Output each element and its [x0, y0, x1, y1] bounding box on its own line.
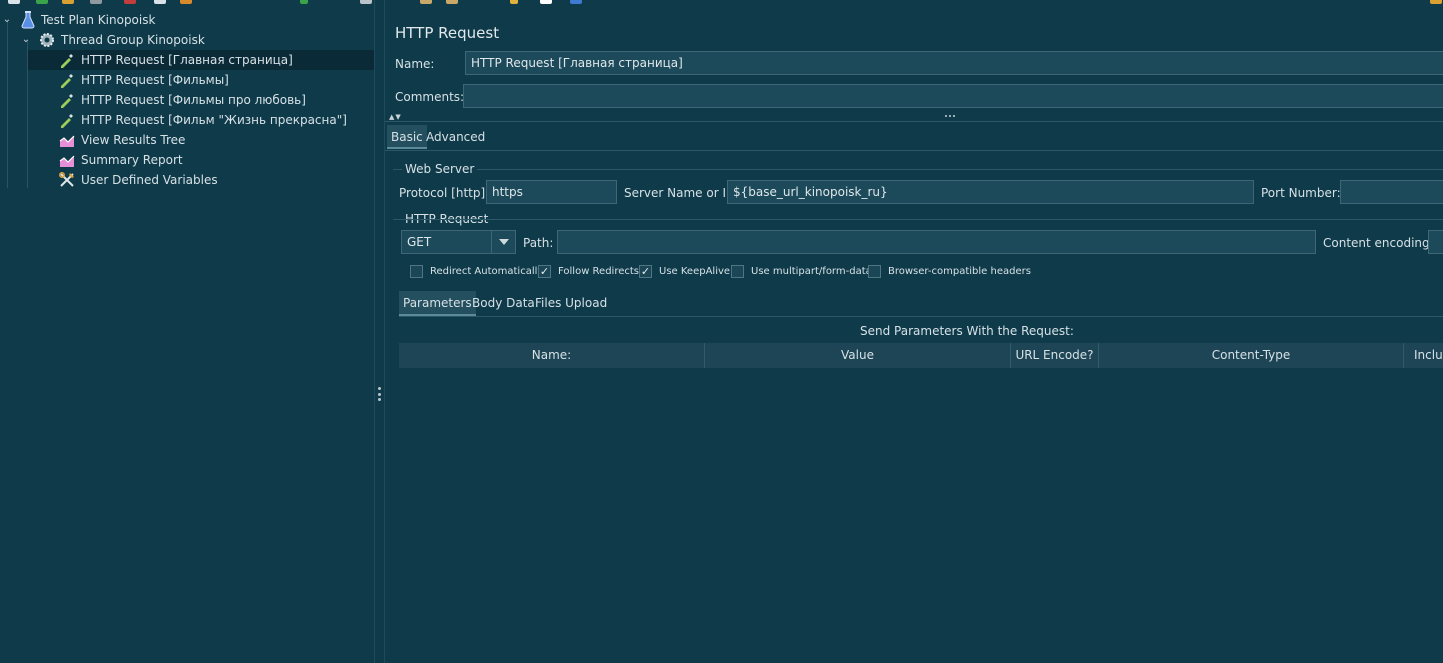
templates-icon[interactable] — [36, 0, 48, 4]
page-title: HTTP Request — [395, 24, 500, 42]
check-icon: ✓ — [539, 265, 550, 278]
path-label: Path: — [523, 236, 554, 250]
checkbox-box[interactable]: ✓ — [639, 265, 652, 278]
tab-parameters[interactable]: Parameters — [399, 291, 476, 316]
browser-compatible-headers-checkbox[interactable]: Browser-compatible headers — [868, 265, 1031, 278]
cut-icon[interactable] — [124, 0, 136, 4]
pipette-icon — [58, 71, 76, 89]
comments-label: Comments: — [395, 90, 465, 104]
checkbox-box[interactable] — [731, 265, 744, 278]
http-request-section — [393, 219, 1443, 220]
collapse-arrows-icon[interactable]: ▲▼ — [389, 113, 402, 121]
column-header-name[interactable]: Name: — [399, 343, 705, 368]
tree-item-label: Test Plan Kinopoisk — [41, 13, 156, 27]
column-header-value[interactable]: Value — [705, 343, 1011, 368]
tree-item-http-request-film[interactable]: HTTP Request [Фильм "Жизнь прекрасна"] — [28, 110, 374, 130]
name-field[interactable]: HTTP Request [Главная страница] — [465, 51, 1443, 75]
parameters-table-header: Name: Value URL Encode? Content-Type Inc… — [399, 343, 1443, 368]
pipette-icon — [58, 51, 76, 69]
check-icon: ✓ — [640, 265, 651, 278]
column-header-content-type[interactable]: Content-Type — [1099, 343, 1404, 368]
method-select[interactable]: GET — [401, 230, 516, 254]
splitter-grip-icon[interactable] — [378, 387, 381, 401]
tools-icon — [58, 171, 76, 189]
port-number-label: Port Number: — [1261, 186, 1341, 200]
name-label: Name: — [395, 57, 435, 71]
chevron-down-icon[interactable]: ⌄ — [21, 35, 31, 45]
tree-item-http-request-films[interactable]: HTTP Request [Фильмы] — [28, 70, 374, 90]
server-name-field[interactable]: ${base_url_kinopoisk_ru} — [727, 180, 1254, 204]
panel-splitter[interactable] — [374, 0, 384, 663]
tabs-divider — [385, 150, 1443, 151]
open-icon[interactable] — [62, 0, 74, 4]
comments-field[interactable] — [463, 84, 1443, 108]
checkbox-label: Follow Redirects — [558, 266, 639, 277]
tree-item-label: HTTP Request [Фильмы] — [81, 73, 229, 87]
checkbox-label: Use KeepAlive — [659, 266, 731, 277]
chart-icon — [58, 151, 76, 169]
tab-body-data[interactable]: Body Data — [468, 291, 539, 316]
tab-basic[interactable]: Basic — [387, 125, 427, 149]
tree-item-label: HTTP Request [Фильмы про любовь] — [81, 93, 306, 107]
checkbox-label: Redirect Automatically — [430, 266, 544, 277]
tree-item-label: User Defined Variables — [81, 173, 218, 187]
protocol-field[interactable]: https — [486, 180, 617, 204]
port-number-field[interactable] — [1340, 180, 1443, 204]
tree-item-http-request-love[interactable]: HTTP Request [Фильмы про любовь] — [28, 90, 374, 110]
checkbox-box[interactable] — [868, 265, 881, 278]
tree-item-label: View Results Tree — [81, 133, 186, 147]
content-encoding-field[interactable] — [1428, 230, 1443, 254]
tree-item-thread-group[interactable]: ⌄ Thread Group Kinopoisk — [0, 30, 374, 50]
content-encoding-label: Content encoding: — [1323, 236, 1434, 250]
checkbox-box[interactable] — [410, 265, 423, 278]
use-multipart-checkbox[interactable]: Use multipart/form-data — [731, 265, 872, 278]
pipette-icon — [58, 91, 76, 109]
pipette-icon — [58, 111, 76, 129]
stop-icon[interactable] — [360, 0, 372, 4]
http-request-panel: HTTP Request Name: HTTP Request [Главная… — [384, 0, 1443, 663]
server-name-label: Server Name or IP: — [624, 186, 738, 200]
start-icon[interactable] — [300, 0, 308, 4]
tree-item-test-plan[interactable]: ⌄ Test Plan Kinopoisk — [0, 10, 374, 30]
path-field[interactable] — [557, 230, 1316, 254]
tree-item-label: Summary Report — [81, 153, 183, 167]
chart-icon — [58, 131, 76, 149]
save-icon[interactable] — [90, 0, 102, 4]
tree-item-label: HTTP Request [Фильм "Жизнь прекрасна"] — [81, 113, 347, 127]
param-tabs-divider — [399, 316, 1443, 317]
tab-files-upload[interactable]: Files Upload — [531, 291, 611, 316]
checkbox-label: Browser-compatible headers — [888, 266, 1031, 277]
section-divider — [385, 121, 1443, 122]
chevron-down-icon[interactable]: ⌄ — [2, 15, 12, 25]
method-value: GET — [407, 235, 432, 249]
follow-redirects-checkbox[interactable]: ✓ Follow Redirects — [538, 265, 639, 278]
checkbox-label: Use multipart/form-data — [751, 266, 872, 277]
chevron-down-icon[interactable] — [491, 231, 515, 253]
column-header-url-encode[interactable]: URL Encode? — [1011, 343, 1099, 368]
checkbox-box[interactable]: ✓ — [538, 265, 551, 278]
web-server-section-label: Web Server — [402, 162, 478, 176]
resize-grip-icon[interactable] — [945, 115, 955, 117]
tree-item-http-request-main[interactable]: HTTP Request [Главная страница] — [28, 50, 374, 70]
tree-item-label: Thread Group Kinopoisk — [61, 33, 205, 47]
copy-icon[interactable] — [154, 0, 166, 4]
protocol-label: Protocol [http]: — [399, 186, 490, 200]
gear-icon — [38, 31, 56, 49]
tree-item-label: HTTP Request [Главная страница] — [81, 53, 293, 67]
use-keepalive-checkbox[interactable]: ✓ Use KeepAlive — [639, 265, 730, 278]
tree-item-view-results-tree[interactable]: View Results Tree — [28, 130, 374, 150]
tab-advanced[interactable]: Advanced — [422, 125, 489, 149]
tree-item-summary-report[interactable]: Summary Report — [28, 150, 374, 170]
column-header-include[interactable]: Includ — [1404, 343, 1443, 368]
test-plan-tree: ⌄ Test Plan Kinopoisk ⌄ Thread Group Kin… — [0, 8, 374, 663]
paste-icon[interactable] — [180, 0, 192, 4]
new-icon[interactable] — [8, 0, 20, 4]
flask-icon — [19, 11, 37, 29]
params-caption: Send Parameters With the Request: — [860, 324, 1074, 338]
redirect-automatically-checkbox[interactable]: Redirect Automatically — [410, 265, 543, 278]
tree-item-user-defined-variables[interactable]: User Defined Variables — [28, 170, 374, 190]
